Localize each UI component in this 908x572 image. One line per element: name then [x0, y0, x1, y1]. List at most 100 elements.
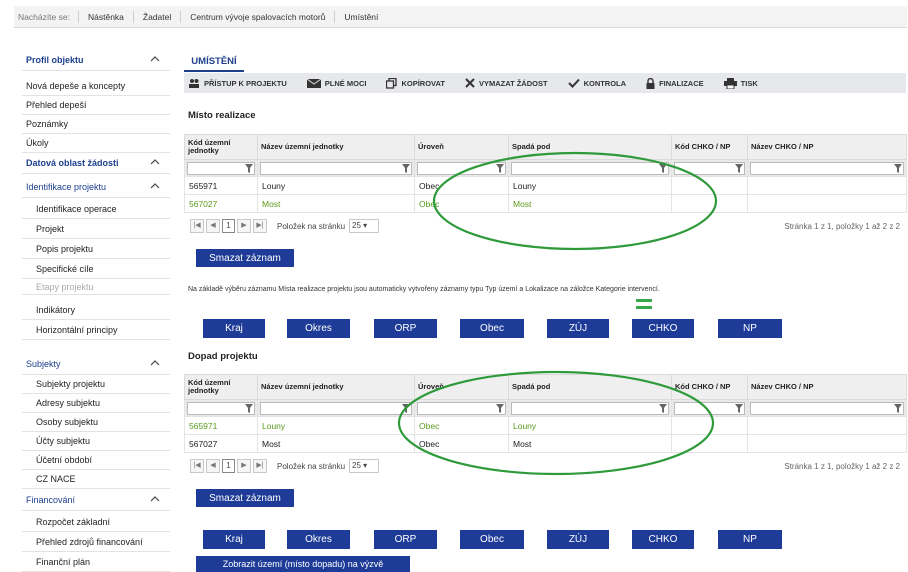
sidebar-section-profil[interactable]: Profil objektu — [22, 50, 170, 71]
toolbar-pristup-button[interactable]: PŘÍSTUP K PROJEKTU — [184, 78, 287, 88]
column-header[interactable]: Kód územní jednotky — [184, 374, 258, 400]
filter-icon[interactable] — [894, 403, 902, 413]
filter-icon[interactable] — [245, 403, 253, 413]
filter-icon[interactable] — [659, 163, 667, 173]
filter-icon[interactable] — [735, 163, 743, 173]
level-button-zuj[interactable]: ZÚJ — [547, 530, 609, 549]
sidebar-section-datova-oblast[interactable]: Datová oblast žádosti — [22, 153, 170, 174]
column-header[interactable]: Spadá pod — [508, 374, 672, 400]
sidebar-item-prehled-zdroju[interactable]: Přehled zdrojů financování — [22, 533, 170, 552]
sidebar-item-horizontalni-principy[interactable]: Horizontální principy — [22, 321, 170, 340]
sidebar-item-nova-depese[interactable]: Nová depeše a koncepty — [22, 77, 170, 96]
level-button-kraj[interactable]: Kraj — [203, 530, 265, 549]
filter-input[interactable] — [187, 401, 255, 415]
sidebar-item-etapy-projektu[interactable]: Etapy projektu — [22, 280, 170, 295]
filter-icon[interactable] — [402, 403, 410, 413]
table-row[interactable]: 567027 Most Obec Most — [184, 434, 907, 453]
tab-umisteni[interactable]: UMÍSTĚNÍ — [184, 52, 244, 72]
dopad-delete-button[interactable]: Smazat záznam — [196, 489, 294, 507]
sidebar-item-ucetni-obdobi[interactable]: Účetní období — [22, 451, 170, 470]
level-button-np[interactable]: NP — [718, 319, 782, 338]
toolbar-finalizace-button[interactable]: FINALIZACE — [642, 77, 704, 89]
level-button-zuj[interactable]: ZÚJ — [547, 319, 609, 338]
filter-input[interactable] — [674, 401, 745, 415]
toolbar-kopirovat-button[interactable]: KOPÍROVAT — [382, 77, 445, 89]
column-header[interactable]: Úroveň — [414, 374, 509, 400]
sidebar-item-ukoly[interactable]: Úkoly — [22, 134, 170, 153]
show-territory-button[interactable]: Zobrazit území (místo dopadu) na výzvě — [196, 556, 410, 572]
sidebar-item-identifikace-operace[interactable]: Identifikace operace — [22, 200, 170, 219]
column-header[interactable]: Název územní jednotky — [257, 134, 415, 160]
column-header[interactable]: Kód CHKO / NP — [671, 374, 748, 400]
column-header[interactable]: Spadá pod — [508, 134, 672, 160]
sidebar-item-adresy-subjektu[interactable]: Adresy subjektu — [22, 394, 170, 413]
filter-input[interactable] — [417, 401, 506, 415]
level-button-okres[interactable]: Okres — [287, 530, 350, 549]
filter-icon[interactable] — [496, 163, 504, 173]
table-row[interactable]: 565971 Louny Obec Louny — [184, 176, 907, 195]
toolbar-plne-moci-button[interactable]: PLNÉ MOCI — [303, 78, 366, 88]
column-header[interactable]: Název CHKO / NP — [747, 374, 907, 400]
breadcrumb-item-umisteni[interactable]: Umístění — [334, 10, 387, 23]
column-header[interactable]: Kód územní jednotky — [184, 134, 258, 160]
sidebar-item-ucty-subjektu[interactable]: Účty subjektu — [22, 432, 170, 451]
filter-input[interactable] — [674, 161, 745, 175]
toolbar-kontrola-button[interactable]: KONTROLA — [564, 78, 626, 88]
last-page-icon[interactable]: ▶| — [253, 459, 267, 473]
next-page-icon[interactable]: ▶ — [237, 219, 251, 233]
next-page-icon[interactable]: ▶ — [237, 459, 251, 473]
sidebar-item-rozpocet-zakladni[interactable]: Rozpočet základní — [22, 513, 170, 532]
breadcrumb-item-project[interactable]: Centrum vývoje spalovacích motorů — [180, 10, 334, 23]
level-button-chko[interactable]: CHKO — [632, 530, 694, 549]
sidebar-item-poznamky[interactable]: Poznámky — [22, 115, 170, 134]
filter-icon[interactable] — [659, 403, 667, 413]
column-header[interactable]: Kód CHKO / NP — [671, 134, 748, 160]
first-page-icon[interactable]: |◀ — [190, 219, 204, 233]
level-button-np[interactable]: NP — [718, 530, 782, 549]
toolbar-vymazat-button[interactable]: VYMAZAT ŽÁDOST — [461, 78, 548, 88]
filter-icon[interactable] — [402, 163, 410, 173]
column-header[interactable]: Úroveň — [414, 134, 509, 160]
column-header[interactable]: Název CHKO / NP — [747, 134, 907, 160]
table-row-selected[interactable]: 567027 Most Obec Most — [184, 194, 907, 213]
filter-input[interactable] — [260, 161, 412, 175]
breadcrumb-item-zadatel[interactable]: Žadatel — [132, 10, 180, 23]
prev-page-icon[interactable]: ◀ — [206, 459, 220, 473]
misto-delete-button[interactable]: Smazat záznam — [196, 249, 294, 267]
sidebar-item-specificke-cile[interactable]: Specifické cíle — [22, 260, 170, 279]
toolbar-tisk-button[interactable]: TISK — [720, 77, 758, 89]
level-button-orp[interactable]: ORP — [374, 319, 437, 338]
filter-input[interactable] — [750, 401, 904, 415]
page-number[interactable]: 1 — [222, 219, 235, 233]
level-button-kraj[interactable]: Kraj — [203, 319, 265, 338]
sidebar-item-osoby-subjektu[interactable]: Osoby subjektu — [22, 413, 170, 432]
sidebar-group-financovani[interactable]: Financování — [22, 490, 170, 511]
last-page-icon[interactable]: ▶| — [253, 219, 267, 233]
filter-input[interactable] — [750, 161, 904, 175]
level-button-obec[interactable]: Obec — [460, 319, 524, 338]
sidebar-item-popis-projektu[interactable]: Popis projektu — [22, 240, 170, 259]
sidebar-group-subjekty[interactable]: Subjekty — [22, 354, 170, 375]
prev-page-icon[interactable]: ◀ — [206, 219, 220, 233]
filter-input[interactable] — [260, 401, 412, 415]
breadcrumb-item-nastenka[interactable]: Nástěnka — [77, 10, 133, 23]
sidebar-item-prehled-depesi[interactable]: Přehled depeší — [22, 96, 170, 115]
table-row-selected[interactable]: 565971 Louny Obec Louny — [184, 416, 907, 435]
sidebar-item-indikatory[interactable]: Indikátory — [22, 301, 170, 320]
level-button-obec[interactable]: Obec — [460, 530, 524, 549]
column-header[interactable]: Název územní jednotky — [257, 374, 415, 400]
per-page-select[interactable]: 25 ▾ — [349, 219, 380, 233]
first-page-icon[interactable]: |◀ — [190, 459, 204, 473]
filter-input[interactable] — [511, 161, 669, 175]
sidebar-item-subjekty-projektu[interactable]: Subjekty projektu — [22, 375, 170, 394]
filter-input[interactable] — [511, 401, 669, 415]
sidebar-group-identifikace[interactable]: Identifikace projektu — [22, 177, 170, 198]
filter-input[interactable] — [417, 161, 506, 175]
filter-input[interactable] — [187, 161, 255, 175]
filter-icon[interactable] — [496, 403, 504, 413]
sidebar-item-projekt[interactable]: Projekt — [22, 220, 170, 239]
per-page-select[interactable]: 25 ▾ — [349, 459, 380, 473]
page-number[interactable]: 1 — [222, 459, 235, 473]
filter-icon[interactable] — [245, 163, 253, 173]
sidebar-item-financni-plan[interactable]: Finanční plán — [22, 553, 170, 572]
